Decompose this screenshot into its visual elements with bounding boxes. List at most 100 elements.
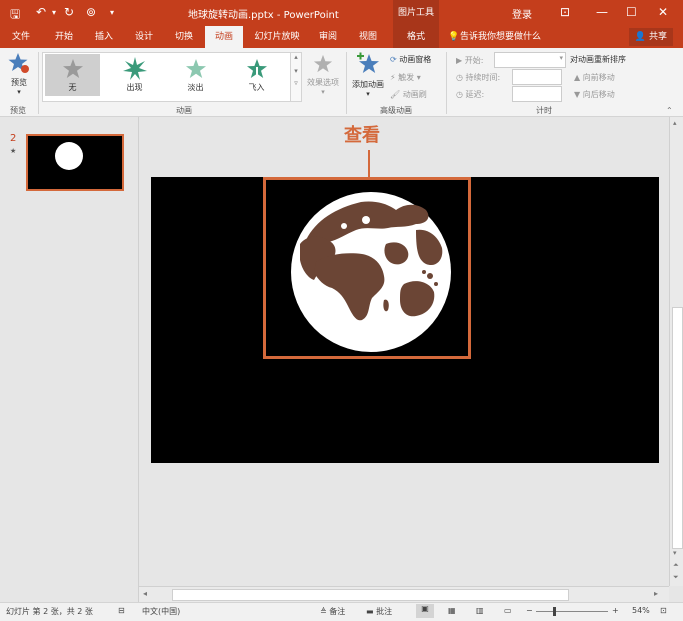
customize-quick-access-icon[interactable]: ▾ xyxy=(110,8,114,17)
picture-tools-context: 图片工具 xyxy=(393,0,439,26)
horizontal-scrollbar[interactable]: ◂ ▸ xyxy=(139,586,669,603)
gallery-more-icon[interactable]: ▿ xyxy=(291,79,301,87)
add-animation-dropdown-icon: ▾ xyxy=(366,90,370,98)
undo-icon[interactable]: ↶ xyxy=(36,5,46,19)
add-animation-label: 添加动画 xyxy=(352,80,384,89)
slide-canvas[interactable] xyxy=(151,177,659,463)
slide-number: 2 xyxy=(10,133,17,144)
zoom-slider[interactable] xyxy=(536,611,608,612)
effect-options-star-icon xyxy=(313,54,333,73)
delay-field[interactable] xyxy=(512,86,562,102)
tab-insert[interactable]: 插入 xyxy=(86,26,122,48)
close-icon[interactable]: ✕ xyxy=(658,5,668,19)
reorder-title: 对动画重新排序 xyxy=(570,55,626,64)
callout-line xyxy=(368,150,370,177)
comments-button[interactable]: ▬ 批注 xyxy=(366,606,392,617)
tab-transitions[interactable]: 切换 xyxy=(166,26,202,48)
selected-globe-picture[interactable] xyxy=(263,177,471,359)
add-animation-star-icon xyxy=(357,52,379,73)
animation-painter-button[interactable]: 🖌 动画刷 xyxy=(390,89,427,100)
redo-icon[interactable]: ↻ xyxy=(64,5,74,19)
duration-field[interactable] xyxy=(512,69,562,85)
effect-options-dropdown-icon: ▾ xyxy=(321,88,325,96)
start-dropdown[interactable]: ▾ xyxy=(494,52,566,68)
tab-view[interactable]: 视图 xyxy=(350,26,386,48)
move-earlier-label: 向前移动 xyxy=(582,73,615,82)
move-later-button[interactable]: ▼ 向后移动 xyxy=(574,89,615,100)
minimize-icon[interactable]: — xyxy=(596,5,608,19)
animation-none[interactable]: 无 xyxy=(45,54,100,96)
animation-appear[interactable]: 出现 xyxy=(107,54,162,96)
move-later-label: 向后移动 xyxy=(582,90,615,99)
tab-format[interactable]: 格式 xyxy=(393,26,439,48)
comments-label: 批注 xyxy=(376,607,393,616)
gallery-scroll[interactable]: ▴ ▾ ▿ xyxy=(290,52,302,102)
star-none-icon xyxy=(62,59,83,78)
tell-me-box[interactable]: 告诉我你想要做什么 xyxy=(460,26,550,48)
animation-fade[interactable]: 淡出 xyxy=(168,54,223,96)
star-appear-icon xyxy=(122,57,147,80)
delay-label-text: 延迟: xyxy=(465,90,485,99)
globe-image xyxy=(291,192,451,352)
undo-dropdown-icon[interactable]: ▾ xyxy=(52,8,56,17)
ribbon-tabs: 文件 开始 插入 设计 切换 动画 幻灯片放映 审阅 视图 格式 💡 告诉我你想… xyxy=(0,26,683,48)
animation-fly-in[interactable]: 飞入 xyxy=(229,54,284,96)
slide-info: 幻灯片 第 2 张，共 2 张 xyxy=(6,607,93,616)
scroll-down-icon[interactable]: ▾ xyxy=(673,549,677,557)
spell-check-icon[interactable]: ⊟ xyxy=(118,606,125,615)
vertical-scroll-thumb[interactable] xyxy=(672,307,683,549)
scroll-right-icon[interactable]: ▸ xyxy=(654,589,658,598)
tab-home[interactable]: 开始 xyxy=(46,26,82,48)
reading-view-icon[interactable]: ▥ xyxy=(476,606,484,615)
scroll-left-icon[interactable]: ◂ xyxy=(143,589,147,598)
slide-thumbnail[interactable] xyxy=(26,134,124,191)
zoom-out-icon[interactable]: − xyxy=(526,606,533,615)
clock-icon: ◷ xyxy=(456,73,463,82)
next-slide-icon[interactable]: ⏷ xyxy=(673,573,679,582)
timing-group-label: 计时 xyxy=(536,106,552,115)
ribbon-display-options-icon[interactable]: ⊡ xyxy=(560,5,570,19)
zoom-level[interactable]: 54% xyxy=(632,606,650,615)
horizontal-scroll-thumb[interactable] xyxy=(172,589,569,601)
maximize-icon[interactable]: ☐ xyxy=(626,5,637,19)
tab-animations[interactable]: 动画 xyxy=(205,26,243,48)
share-button[interactable]: 👤 共享 xyxy=(628,28,673,46)
tab-design[interactable]: 设计 xyxy=(126,26,162,48)
tab-review[interactable]: 审阅 xyxy=(310,26,346,48)
present-from-start-icon[interactable]: ⊚ xyxy=(86,5,96,19)
notes-icon: ≜ xyxy=(320,607,327,616)
tab-slideshow[interactable]: 幻灯片放映 xyxy=(250,26,304,48)
zoom-slider-handle[interactable] xyxy=(553,607,556,616)
animation-fly-in-label: 飞入 xyxy=(248,83,265,92)
scroll-up-icon[interactable]: ▴ xyxy=(673,119,677,127)
star-fade-icon xyxy=(185,59,206,78)
lightbulb-icon: 💡 xyxy=(448,32,460,42)
gallery-up-icon[interactable]: ▴ xyxy=(291,53,301,61)
add-animation-button[interactable]: 添加动画 ▾ xyxy=(350,52,386,100)
language-status[interactable]: 中文(中国) xyxy=(142,606,180,617)
effect-options-button[interactable]: 效果选项 ▾ xyxy=(304,54,342,100)
notes-button[interactable]: ≜ 备注 xyxy=(320,606,345,617)
animation-pane-label: 动画窗格 xyxy=(399,55,432,64)
animation-pane-button[interactable]: ⟳ 动画窗格 xyxy=(390,54,431,65)
fit-to-window-icon[interactable]: ⊡ xyxy=(660,606,667,615)
slideshow-view-icon[interactable]: ▭ xyxy=(504,606,512,615)
normal-view-icon[interactable]: ▣ xyxy=(416,604,434,618)
zoom-in-icon[interactable]: + xyxy=(612,606,619,615)
trigger-button[interactable]: ⚡ 触发 ▾ xyxy=(390,72,421,83)
save-icon[interactable]: 🖫 xyxy=(10,5,20,26)
vertical-scrollbar[interactable]: ▴ ▾ ⏶ ⏷ xyxy=(669,117,683,586)
preview-button[interactable]: 预览 ▾ xyxy=(4,52,34,100)
star-fly-in-icon xyxy=(246,59,267,79)
preview-group-label: 预览 xyxy=(10,106,26,115)
down-arrow-icon: ▼ xyxy=(574,90,581,99)
collapse-ribbon-icon[interactable]: ⌃ xyxy=(666,106,673,115)
tab-file[interactable]: 文件 xyxy=(4,26,38,48)
animation-painter-label: 动画刷 xyxy=(402,90,427,99)
gallery-down-icon[interactable]: ▾ xyxy=(291,67,301,75)
move-earlier-button[interactable]: ▲ 向前移动 xyxy=(574,72,615,83)
previous-slide-icon[interactable]: ⏶ xyxy=(673,561,679,570)
slide-sorter-icon[interactable]: ▦ xyxy=(448,606,456,615)
login-link[interactable]: 登录 xyxy=(512,6,532,21)
separator xyxy=(446,52,447,114)
